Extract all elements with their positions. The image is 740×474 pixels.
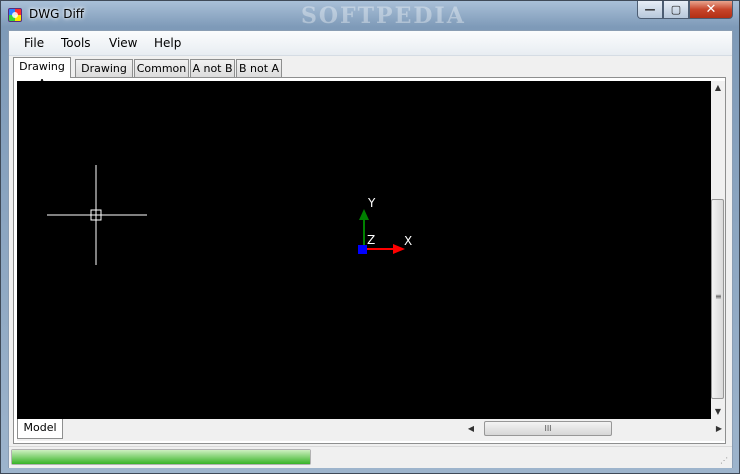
ucs-z-origin — [358, 245, 367, 254]
vertical-scrollbar[interactable]: ▲ ≡ ▼ — [711, 81, 725, 419]
minimize-button[interactable]: — — [637, 1, 663, 19]
tab-a-not-b[interactable]: A not B — [190, 59, 235, 77]
ucs-y-label: Y — [367, 196, 376, 210]
ucs-axis-icon: Y Z X — [358, 196, 412, 254]
resize-grip-icon[interactable]: ⋰ — [720, 456, 730, 466]
close-button[interactable]: ✕ — [689, 1, 733, 19]
tab-drawing-a[interactable]: Drawing A — [13, 57, 71, 90]
horizontal-scrollbar[interactable]: ◀ III ▶ — [464, 420, 726, 437]
client-area: File Tools View Help Drawing A Drawing B… — [8, 30, 733, 468]
canvas-overlay: Y Z X — [47, 165, 412, 265]
layout-tab-model[interactable]: Model — [17, 419, 63, 439]
status-bar: ⋰ — [9, 446, 732, 468]
menu-view[interactable]: View — [109, 36, 137, 50]
progress-fill — [12, 450, 310, 464]
scroll-down-button[interactable]: ▼ — [711, 405, 725, 419]
menu-bar: File Tools View Help — [9, 31, 732, 56]
thumb-grip-icon: ≡ — [715, 292, 722, 301]
ucs-z-label: Z — [367, 233, 375, 247]
menu-tools[interactable]: Tools — [61, 36, 91, 50]
scroll-right-button[interactable]: ▶ — [712, 420, 726, 437]
menu-file[interactable]: File — [24, 36, 44, 50]
window-title: DWG Diff — [29, 7, 85, 21]
tab-drawing-b[interactable]: Drawing B — [75, 59, 133, 92]
vertical-scroll-thumb[interactable]: ≡ — [711, 199, 724, 399]
crosshair-cursor-icon — [47, 165, 147, 265]
app-logo-icon[interactable] — [8, 8, 22, 22]
ucs-y-arrowhead — [359, 209, 369, 220]
drawing-canvas[interactable]: Y Z X — [17, 81, 711, 419]
softpedia-watermark: SOFTPEDIA — [301, 3, 466, 29]
tab-pane: Y Z X ▲ ≡ ▼ Model ◀ III ▶ — [13, 77, 726, 444]
horizontal-scroll-thumb[interactable]: III — [484, 421, 612, 436]
tab-b-not-a[interactable]: B not A — [236, 59, 282, 77]
scroll-left-button[interactable]: ◀ — [464, 420, 478, 437]
tab-common[interactable]: Common — [134, 59, 189, 77]
title-bar[interactable]: DWG Diff SOFTPEDIA — ▢ ✕ — [1, 1, 739, 29]
scroll-up-button[interactable]: ▲ — [711, 81, 725, 95]
progress-bar — [11, 449, 311, 465]
caption-buttons: — ▢ ✕ — [637, 1, 733, 21]
layout-bar: Model ◀ III ▶ — [17, 419, 725, 441]
ucs-x-label: X — [404, 234, 412, 248]
menu-help[interactable]: Help — [154, 36, 181, 50]
maximize-button[interactable]: ▢ — [663, 1, 689, 19]
app-window: DWG Diff SOFTPEDIA — ▢ ✕ File Tools View… — [0, 0, 740, 474]
